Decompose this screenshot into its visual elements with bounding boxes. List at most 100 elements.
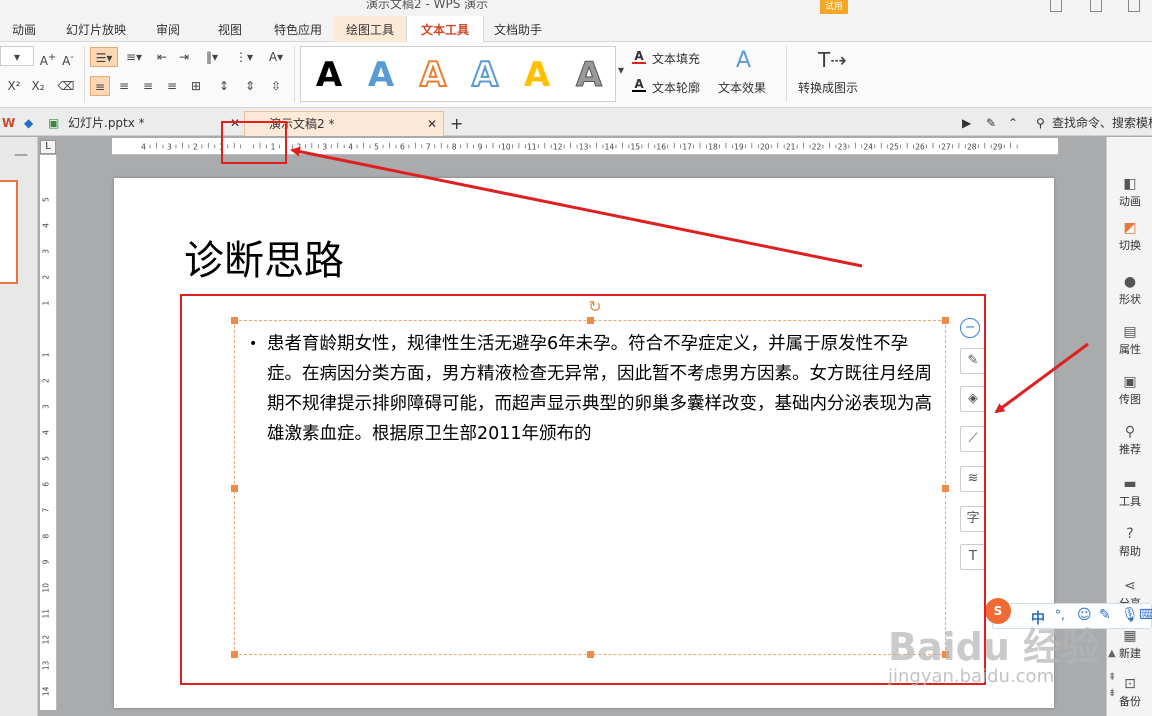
ruler-tick-label: 13 [579,142,589,151]
panel-tools[interactable]: ▬ 工具 [1107,475,1152,509]
ruler-tick-label: 21 [786,142,796,151]
line-spacing-icon[interactable]: ⋮▾ [230,47,258,67]
pin-icon[interactable]: ✎ [986,111,996,136]
page-up-icon[interactable]: ⇞ [1108,672,1116,683]
ruler-tick-label: 16 [656,142,666,151]
recommend-icon: ⚲ [1124,424,1136,440]
paragraph-spacing-icon[interactable]: ↕ [212,76,236,96]
bullet-list-icon[interactable]: ☰▾ [90,47,118,67]
collapse-icon[interactable]: ⌃ [1008,111,1018,136]
document-tabs: W ◆ ▣ 幻灯片.pptx * ✕ 演示文稿2 * ✕ + ▶ ✎ ⌃ ⚲ 查… [0,108,1152,136]
clear-format-icon[interactable]: ⌫ [56,76,76,96]
vruler-tick-label: 3 [41,404,50,409]
panel-transition[interactable]: ◩ 切换 [1107,219,1152,253]
ruler-tick-label: 9 [478,142,483,151]
style-gray[interactable]: A [565,53,613,97]
search-icon[interactable]: ⚲ [1036,111,1045,136]
microphone-icon[interactable]: 🎙 [1121,607,1139,623]
text-fill-button[interactable]: 文本填充 [652,50,700,67]
style-black[interactable]: A [305,53,353,97]
slide-title[interactable]: 诊断思路 [184,228,344,286]
panel-recommend[interactable]: ⚲ 推荐 [1107,423,1152,457]
present-icon[interactable]: ▶ [962,111,971,136]
ruler-tick-label: 10 [501,142,511,151]
ruler-tick-label: 8 [452,142,457,151]
text-fill-icon[interactable]: A [632,50,646,64]
justify-icon[interactable]: ≡ [162,76,182,96]
ruler-tick-label: 11 [527,142,537,151]
style-orange-outline[interactable]: A [409,53,457,97]
user-badge[interactable]: 试用 [820,0,848,14]
grow-font-icon[interactable]: A+ [38,48,58,68]
property-icon: ▤ [1123,324,1137,340]
ruler-tick-label: 18 [708,142,718,151]
columns-icon[interactable]: ‖▾ [198,47,226,67]
text-align-icon[interactable]: ⇳ [264,76,288,96]
style-blue-outline[interactable]: A [461,53,509,97]
command-search[interactable]: 查找命令、搜索模板 [1052,111,1152,136]
tab-animation[interactable]: 动画 [0,16,48,42]
style-blue[interactable]: A [357,53,405,97]
close-window-icon[interactable] [1128,0,1140,12]
slide-thumbnail[interactable] [0,180,18,284]
convert-diagram-button[interactable]: 转换成图示 [798,79,858,96]
distribute-icon[interactable]: ⊞ [186,76,206,96]
superscript-icon[interactable]: X² [4,76,24,96]
tab-special[interactable]: 特色应用 [262,16,334,42]
tab-drawing-tools[interactable]: 绘图工具 [334,16,406,42]
close-tab-icon[interactable]: ✕ [427,112,437,137]
panel-property[interactable]: ▤ 属性 [1107,323,1152,357]
panel-shape[interactable]: ● 形状 [1107,273,1152,307]
text-outline-icon[interactable]: A [632,78,646,92]
panel-image[interactable]: ▣ 传图 [1107,373,1152,407]
wps-logo-icon[interactable]: W [2,111,15,136]
tab-stop-selector[interactable]: L [40,140,56,154]
keyboard-icon[interactable]: ⌨ [1139,607,1152,623]
subscript-icon[interactable]: X₂ [28,76,48,96]
vertical-ruler[interactable]: 543211234567891011121314 [40,155,57,710]
page-down-icon[interactable]: ⇟ [1108,688,1116,699]
ruler-tick-label: 17 [682,142,692,151]
cube-icon[interactable]: ◆ [24,111,33,136]
number-list-icon[interactable]: ≡▾ [120,47,148,67]
tab-doc-assistant[interactable]: 文档助手 [488,16,548,42]
convert-diagram-icon[interactable]: T⇢ [818,48,847,72]
align-left-icon[interactable]: ≡ [90,76,110,96]
vruler-tick-label: 2 [41,275,50,280]
tab-review[interactable]: 审阅 [144,16,192,42]
tab-view[interactable]: 视图 [206,16,254,42]
new-icon: ▦ [1123,628,1137,644]
title-bar: 演示文稿2 - WPS 演示 试用 [0,0,1152,16]
minimize-icon[interactable] [1050,0,1062,12]
new-tab-icon[interactable]: + [450,111,463,136]
maximize-icon[interactable] [1090,0,1102,12]
handwrite-icon[interactable]: ✎ [1099,607,1111,623]
indent-increase-icon[interactable]: ⇥ [174,47,194,67]
text-effect-button[interactable]: 文本效果 [718,79,766,96]
doc-tab-slides[interactable]: 幻灯片.pptx * [68,111,145,136]
ruler-tick-label: 23 [838,142,848,151]
panel-animation[interactable]: ◧ 动画 [1107,175,1152,209]
vruler-tick-label: 1 [41,352,50,357]
indent-decrease-icon[interactable]: ⇤ [152,47,172,67]
text-direction-icon[interactable]: A▾ [262,47,290,67]
vertical-align-icon[interactable]: ⇕ [238,76,262,96]
text-effect-icon[interactable]: A [736,48,751,73]
shrink-font-icon[interactable]: A- [58,48,78,68]
animation-icon: ◧ [1123,176,1137,192]
style-gold[interactable]: A [513,53,561,97]
ruler-tick-label: 14 [605,142,615,151]
ruler-tick-label: 27 [941,142,951,151]
ruler-tick-label: 2 [193,142,198,151]
tab-text-tools[interactable]: 文本工具 [406,16,484,42]
align-center-icon[interactable]: ≡ [114,76,134,96]
align-right-icon[interactable]: ≡ [138,76,158,96]
gallery-more-icon[interactable]: ▾ [616,60,626,80]
text-outline-button[interactable]: 文本轮廓 [652,79,700,96]
tab-slideshow[interactable]: 幻灯片放映 [54,16,138,42]
vruler-tick-label: 5 [41,197,50,202]
pane-collapse-icon[interactable]: — [14,147,28,163]
scroll-up-icon[interactable]: ▲ [1108,648,1116,659]
font-size-select[interactable]: ▾ [0,46,34,66]
panel-help[interactable]: ? 帮助 [1107,525,1152,559]
